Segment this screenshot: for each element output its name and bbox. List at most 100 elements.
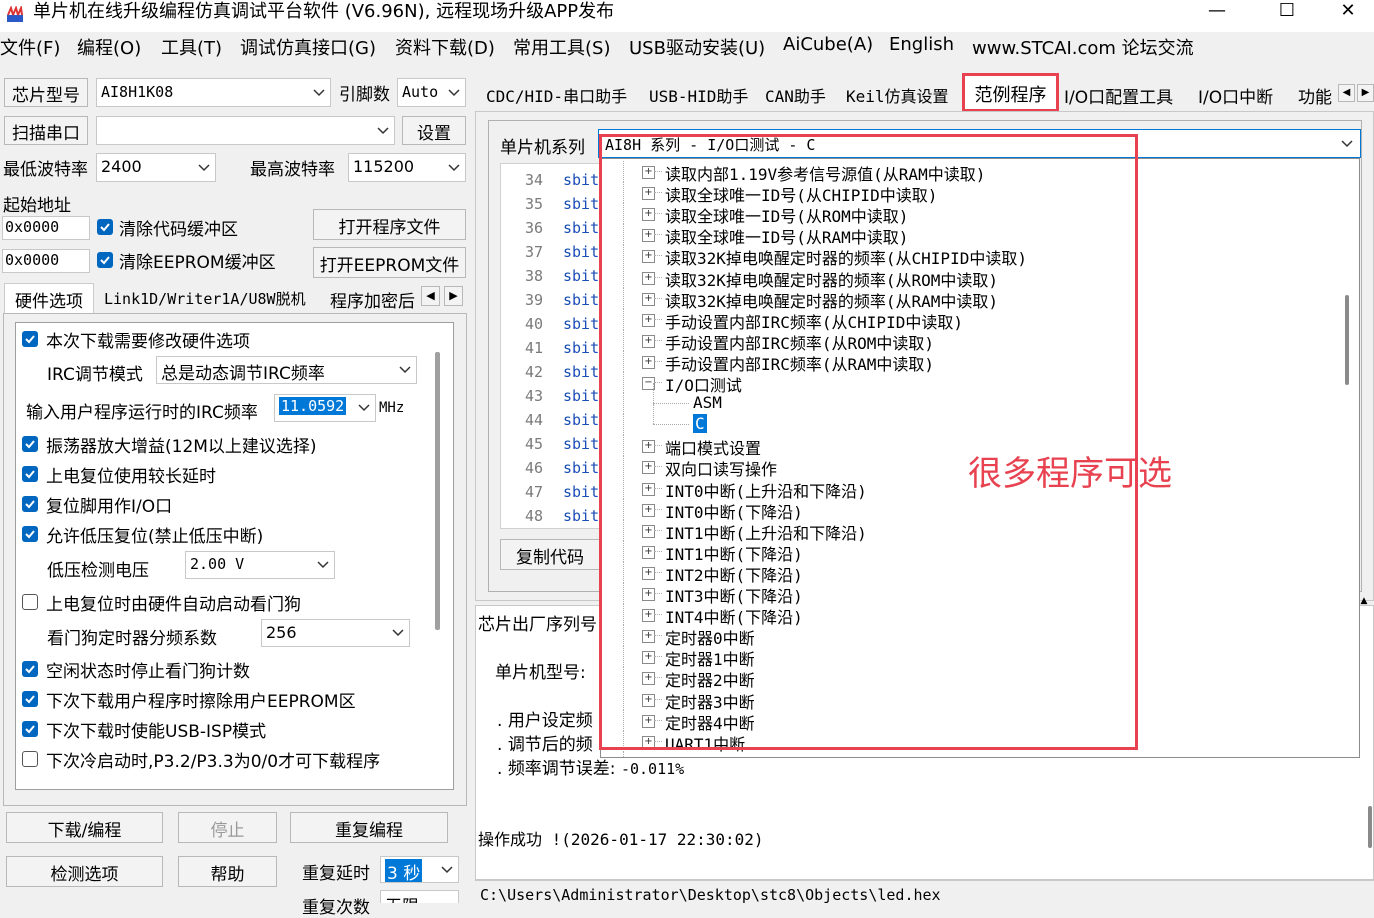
menu-tools[interactable]: 工具(T): [161, 34, 222, 60]
expand-icon[interactable]: +: [642, 609, 655, 623]
irc-freq-label: 输入用户程序运行时的IRC频率: [26, 403, 258, 423]
tree-item-selected[interactable]: C: [693, 414, 707, 434]
clear-eeprom-checkbox[interactable]: [97, 252, 113, 268]
expand-icon[interactable]: +: [642, 334, 655, 348]
long-delay-label: 上电复位使用较长延时: [46, 467, 216, 487]
tab-keil[interactable]: Keil仿真设置: [840, 77, 960, 111]
options-scrollbar[interactable]: [435, 352, 440, 630]
expand-icon[interactable]: +: [642, 672, 655, 686]
menu-program[interactable]: 编程(O): [77, 34, 141, 60]
output-scrollbar[interactable]: [1368, 806, 1372, 848]
copy-code-button[interactable]: 复制代码: [500, 539, 600, 570]
tab-io-interrupt[interactable]: I/O口中断: [1190, 77, 1290, 111]
right-tab-scroll-right[interactable]: ▶: [1357, 84, 1374, 102]
usb-isp-checkbox[interactable]: [22, 721, 38, 737]
expand-icon[interactable]: +: [642, 503, 655, 517]
menu-usb-driver[interactable]: USB驱动安装(U): [629, 34, 765, 60]
menu-download[interactable]: 资料下载(D): [395, 34, 495, 60]
tab-scroll-left-button[interactable]: ◀: [421, 286, 440, 306]
maximize-button[interactable]: ☐: [1252, 0, 1322, 28]
expand-icon[interactable]: +: [642, 630, 655, 644]
lvr-checkbox[interactable]: [22, 526, 38, 542]
right-tab-scroll-left[interactable]: ◀: [1338, 84, 1355, 102]
irc-freq-input[interactable]: 11.0592: [274, 394, 376, 422]
menu-common-tools[interactable]: 常用工具(S): [513, 34, 610, 60]
reset-io-checkbox[interactable]: [22, 496, 38, 512]
expand-icon[interactable]: +: [642, 735, 655, 749]
code-address-input[interactable]: 0x0000: [2, 216, 90, 240]
tab-examples[interactable]: 范例程序: [962, 73, 1059, 112]
expand-icon[interactable]: +: [642, 250, 655, 264]
series-select[interactable]: AI8H 系列 - I/O口测试 - C: [598, 129, 1361, 158]
osc-gain-checkbox[interactable]: [22, 436, 38, 452]
expand-icon[interactable]: +: [642, 693, 655, 707]
scan-port-button[interactable]: 扫描串口: [4, 116, 88, 145]
stop-button[interactable]: 停止: [178, 812, 277, 843]
port-select[interactable]: [96, 116, 395, 145]
min-baud-select[interactable]: 2400: [96, 153, 216, 182]
menu-forum[interactable]: www.STCAI.com 论坛交流: [972, 34, 1194, 60]
tab-can[interactable]: CAN助手: [759, 77, 839, 111]
long-delay-checkbox[interactable]: [22, 466, 38, 482]
tree-scrollbar[interactable]: [1345, 295, 1349, 385]
irc-mode-select[interactable]: 总是动态调节IRC频率: [156, 356, 417, 384]
expand-icon[interactable]: +: [642, 166, 655, 179]
settings-button[interactable]: 设置: [402, 116, 466, 145]
tab-function[interactable]: 功能: [1292, 77, 1337, 111]
tab-hardware-options[interactable]: 硬件选项: [4, 283, 94, 314]
expand-icon[interactable]: +: [642, 271, 655, 285]
tab-encrypted[interactable]: 程序加密后: [330, 287, 415, 312]
expand-icon[interactable]: +: [642, 355, 655, 369]
expand-icon[interactable]: +: [642, 588, 655, 601]
max-baud-select[interactable]: 115200: [348, 153, 466, 182]
expand-icon[interactable]: +: [642, 208, 655, 222]
expand-icon[interactable]: +: [642, 566, 655, 580]
erase-eeprom-checkbox[interactable]: [22, 691, 38, 707]
minimize-button[interactable]: —: [1182, 0, 1252, 28]
help-button[interactable]: 帮助: [178, 856, 277, 887]
idle-wdt-checkbox[interactable]: [22, 661, 38, 677]
eeprom-address-input[interactable]: 0x0000: [2, 249, 90, 273]
expand-icon[interactable]: +: [642, 187, 655, 201]
expand-icon[interactable]: +: [642, 313, 655, 327]
expand-icon[interactable]: +: [642, 524, 655, 538]
app-icon: [6, 4, 24, 24]
check-options-button[interactable]: 检测选项: [6, 856, 163, 887]
menu-file[interactable]: 文件(F): [0, 34, 60, 60]
tab-io-config[interactable]: I/O口配置工具: [1062, 77, 1188, 111]
expand-icon[interactable]: +: [642, 651, 655, 665]
tab-scroll-right-button[interactable]: ▶: [444, 286, 463, 306]
modify-hw-checkbox[interactable]: [22, 331, 38, 347]
repeat-count-select[interactable]: 无限: [380, 890, 459, 903]
repeat-delay-select[interactable]: 3 秒: [380, 856, 459, 883]
expand-icon[interactable]: +: [642, 545, 655, 559]
tree-item[interactable]: UART2中断: [665, 752, 745, 757]
download-program-button[interactable]: 下载/编程: [6, 812, 163, 843]
expand-icon[interactable]: +: [642, 461, 655, 475]
close-button[interactable]: ✕: [1322, 0, 1374, 28]
tree-scroll-up-icon[interactable]: ▲: [1357, 596, 1371, 608]
expand-icon[interactable]: +: [642, 756, 655, 757]
low-voltage-select[interactable]: 2.00 V: [185, 551, 335, 579]
wdt-auto-checkbox[interactable]: [22, 594, 38, 610]
open-program-button[interactable]: 打开程序文件: [313, 209, 466, 240]
expand-icon[interactable]: +: [642, 482, 655, 496]
menu-aicube[interactable]: AiCube(A): [783, 34, 873, 55]
menu-english[interactable]: English: [889, 34, 954, 55]
cold-boot-checkbox[interactable]: [22, 751, 38, 767]
chip-type-select[interactable]: AI8H1K08: [96, 78, 331, 107]
expand-icon[interactable]: +: [642, 440, 655, 454]
clear-code-checkbox[interactable]: [97, 219, 113, 235]
tab-usb-hid[interactable]: USB-HID助手: [641, 77, 757, 111]
expand-icon[interactable]: +: [642, 292, 655, 306]
tab-offline-writer[interactable]: Link1D/Writer1A/U8W脱机: [104, 288, 306, 309]
menu-debug[interactable]: 调试仿真接口(G): [240, 34, 376, 60]
reprogram-button[interactable]: 重复编程: [290, 812, 448, 843]
tree-item[interactable]: ASM: [693, 393, 722, 412]
tab-cdc-serial[interactable]: CDC/HID-串口助手: [478, 77, 638, 111]
expand-icon[interactable]: +: [642, 714, 655, 728]
open-eeprom-button[interactable]: 打开EEPROM文件: [313, 247, 466, 278]
pin-count-select[interactable]: Auto: [397, 78, 466, 107]
expand-icon[interactable]: +: [642, 229, 655, 243]
wdt-div-select[interactable]: 256: [261, 619, 410, 647]
